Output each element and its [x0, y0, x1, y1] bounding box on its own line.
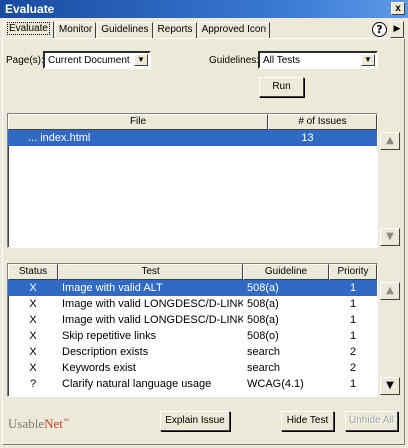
file-name: ... index.html	[28, 132, 91, 144]
test-name: Image with valid LONGDESC/D-LINK	[62, 298, 243, 310]
tab-monitor[interactable]: Monitor	[54, 22, 97, 38]
test-guideline: WCAG(4.1)	[247, 378, 304, 390]
column-header-status[interactable]: Status	[8, 264, 58, 280]
column-header-priority[interactable]: Priority	[329, 264, 377, 280]
tab-reports[interactable]: Reports	[153, 22, 197, 38]
test-name: Keywords exist	[62, 362, 136, 374]
window-title-bar: Evaluate x	[0, 0, 408, 18]
test-guideline: 508(o)	[247, 330, 279, 342]
scroll-up-icon[interactable]: ▲	[380, 282, 400, 300]
file-list-header: File # of Issues	[8, 114, 377, 130]
file-row[interactable]: ... index.html 13	[8, 130, 377, 146]
scroll-down-icon[interactable]: ▼	[380, 377, 400, 395]
test-priority: 1	[349, 330, 357, 342]
issue-count: 13	[301, 132, 314, 144]
test-status: X	[29, 330, 37, 342]
test-status: X	[29, 362, 37, 374]
test-name: Description exists	[62, 346, 149, 358]
chevron-down-icon[interactable]: ▼	[134, 54, 148, 66]
test-status: X	[29, 282, 37, 294]
column-header-test[interactable]: Test	[58, 264, 243, 280]
test-list-header: Status Test Guideline Priority	[8, 264, 377, 280]
test-row[interactable]: X Image with valid ALT 508(a) 1	[8, 280, 377, 296]
tab-guidelines[interactable]: Guidelines	[97, 22, 153, 38]
guidelines-label: Guidelines:	[209, 55, 260, 66]
test-row[interactable]: X Image with valid LONGDESC/D-LINK 508(a…	[8, 296, 377, 312]
pages-select-value: Current Document	[48, 55, 130, 66]
test-status: X	[29, 346, 37, 358]
test-status: X	[29, 298, 37, 310]
column-header-file[interactable]: File	[8, 114, 268, 130]
scroll-down-icon[interactable]: ▼	[380, 228, 400, 246]
test-name: Image with valid ALT	[62, 282, 163, 294]
guidelines-select-value: All Tests	[263, 55, 301, 66]
test-priority: 1	[349, 314, 357, 326]
test-guideline: search	[247, 362, 281, 374]
test-guideline: 508(a)	[247, 282, 279, 294]
test-list[interactable]: Status Test Guideline Priority X Image w…	[7, 263, 378, 397]
test-name: Skip repetitive links	[62, 330, 157, 342]
tab-bar: Evaluate Monitor Guidelines Reports Appr…	[3, 21, 271, 39]
test-priority: 1	[349, 282, 357, 294]
test-status: ?	[29, 378, 37, 390]
pages-select[interactable]: Current Document ▼	[43, 51, 151, 69]
test-priority: 2	[349, 346, 357, 358]
test-name: Clarify natural language usage	[62, 378, 212, 390]
test-guideline: search	[247, 346, 281, 358]
column-header-issues[interactable]: # of Issues	[268, 114, 377, 130]
tab-evaluate[interactable]: Evaluate	[3, 21, 54, 39]
test-row[interactable]: ? Clarify natural language usage WCAG(4.…	[8, 376, 377, 392]
close-button[interactable]: x	[391, 2, 405, 15]
help-icon[interactable]: ?	[372, 22, 387, 37]
pages-label: Page(s):	[6, 55, 44, 66]
chevron-down-icon[interactable]: ▼	[361, 54, 375, 66]
usablenet-logo: UsableNet™	[8, 416, 69, 431]
test-priority: 2	[349, 362, 357, 374]
tab-scroll-right-icon[interactable]: ▶	[390, 21, 404, 38]
column-header-guideline[interactable]: Guideline	[243, 264, 329, 280]
hide-test-button[interactable]: Hide Test	[281, 411, 334, 431]
test-priority: 1	[349, 298, 357, 310]
unhide-all-button[interactable]: Unhide All	[345, 411, 398, 431]
run-button[interactable]: Run	[259, 77, 304, 97]
explain-issue-button[interactable]: Explain Issue	[160, 411, 230, 431]
test-name: Image with valid LONGDESC/D-LINK	[62, 314, 243, 326]
test-status: X	[29, 314, 37, 326]
test-priority: 1	[349, 378, 357, 390]
test-row[interactable]: X Skip repetitive links 508(o) 1	[8, 328, 377, 344]
test-guideline: 508(a)	[247, 298, 279, 310]
test-row[interactable]: X Image with valid LONGDESC/D-LINK 508(a…	[8, 312, 377, 328]
tab-approved-icon[interactable]: Approved Icon	[197, 22, 271, 38]
window-title: Evaluate	[5, 2, 55, 16]
test-row[interactable]: X Description exists search 2	[8, 344, 377, 360]
test-row[interactable]: X Keywords exist search 2	[8, 360, 377, 376]
scroll-up-icon[interactable]: ▲	[380, 132, 400, 150]
file-list[interactable]: File # of Issues ... index.html 13	[7, 113, 378, 248]
guidelines-select[interactable]: All Tests ▼	[258, 51, 378, 69]
test-guideline: 508(a)	[247, 314, 279, 326]
